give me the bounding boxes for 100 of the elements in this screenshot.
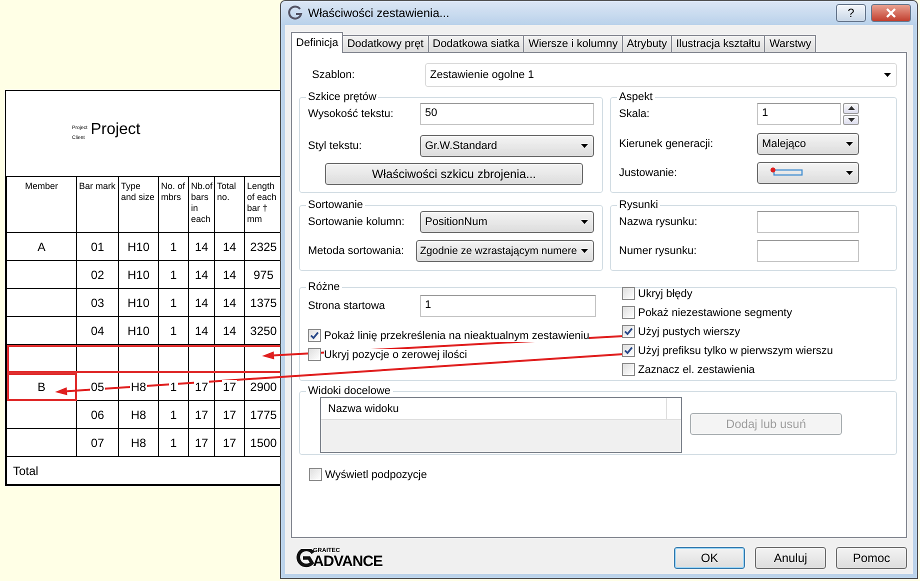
checkbox[interactable] — [622, 306, 635, 319]
checkbox-label: Wyświetl podpozycje — [325, 468, 427, 480]
table-cell: 14 — [194, 296, 210, 310]
group-title: Szkice prętów — [307, 91, 378, 103]
table-cell: 06 — [90, 408, 106, 422]
checkbox[interactable] — [309, 468, 322, 481]
table-cell: 17 — [194, 408, 210, 422]
logo-text: ADVANCE — [313, 554, 383, 568]
table-cell: 14 — [222, 240, 238, 254]
spin-up-button[interactable] — [843, 103, 859, 114]
table-cell: 17 — [194, 380, 210, 394]
checkbox-label: Użyj pustych wierszy — [638, 326, 740, 338]
down-arrow-icon — [848, 118, 854, 122]
table-cell: 17 — [222, 436, 238, 450]
table-cell: 1 — [169, 240, 178, 254]
table-cell: 1 — [169, 380, 178, 394]
field-label: Kierunek generacji: — [619, 138, 714, 150]
table-cell: 14 — [194, 240, 210, 254]
table-cell: 03 — [90, 296, 106, 310]
table-cell: H8 — [130, 408, 148, 422]
group-title: Różne — [307, 281, 341, 293]
tab[interactable]: Dodatkowy pręt — [342, 35, 429, 53]
text-style-dropdown[interactable]: Gr.W.Standard — [420, 135, 594, 157]
up-arrow-icon — [848, 106, 854, 110]
field-label: Strona startowa — [308, 300, 386, 312]
group-title: Widoki docelowe — [307, 385, 392, 397]
table-cell: 04 — [90, 324, 106, 338]
field-label: Numer rysunku: — [619, 245, 698, 257]
table-cell: 1 — [169, 436, 178, 450]
drawing-number-field[interactable] — [757, 240, 859, 262]
field-label: Nazwa rysunku: — [619, 216, 698, 228]
table-cell: H8 — [130, 436, 148, 450]
field-label: Justowanie: — [619, 167, 678, 179]
column-header: Nazwa widoku — [321, 398, 667, 419]
checkbox[interactable] — [622, 363, 635, 376]
drawing-name-field[interactable] — [757, 211, 859, 233]
table-cell: 14 — [194, 324, 210, 338]
group-title: Rysunki — [618, 199, 660, 211]
table-cell: 1775 — [249, 408, 278, 422]
dialog-button[interactable]: OK — [674, 547, 745, 569]
tab[interactable]: Ilustracja kształtu — [671, 35, 766, 53]
tab[interactable]: Dodatkowa siatka — [428, 35, 524, 53]
column-header: Type and size — [118, 176, 158, 232]
checkbox-label: Ukryj pozycje o zerowej ilości — [324, 348, 468, 360]
app-icon — [287, 5, 303, 21]
checkbox-label: Pokaż niezestawione segmenty — [638, 306, 792, 318]
field-label: Wysokość tekstu: — [308, 108, 394, 120]
table-cell: 05 — [90, 380, 106, 394]
table-cell: 07 — [90, 436, 106, 450]
checkbox[interactable] — [308, 348, 321, 361]
project-title: Project — [90, 120, 140, 138]
tab[interactable]: Atrybuty — [622, 35, 672, 53]
column-header: Total no. — [214, 176, 244, 232]
sort-method-dropdown[interactable]: Zgodnie ze wzrastającym numere — [416, 240, 594, 262]
checkbox[interactable] — [622, 344, 635, 357]
checkbox-label: Zaznacz el. zestawienia — [638, 364, 755, 376]
close-icon — [885, 8, 897, 18]
tab[interactable]: Warstwy — [764, 35, 816, 53]
direction-dropdown[interactable]: Malejąco — [757, 133, 859, 155]
justification-dropdown[interactable] — [757, 162, 859, 184]
table-cell: 01 — [90, 240, 106, 254]
window-title: Właściwości zestawienia... — [308, 6, 450, 20]
dialog-button[interactable]: Anuluj — [755, 547, 826, 569]
table-cell: 1 — [169, 296, 178, 310]
start-page-field[interactable]: 1 — [420, 295, 596, 317]
field-label: Sortowanie kolumn: — [308, 216, 406, 228]
table-cell: B — [36, 380, 46, 394]
dialog-button[interactable]: Pomoc — [836, 547, 907, 569]
template-dropdown[interactable]: Zestawienie ogolne 1 — [425, 63, 897, 87]
checkbox[interactable] — [622, 325, 635, 338]
table-cell: 17 — [222, 380, 238, 394]
tab[interactable]: Wiersze i kolumny — [523, 35, 623, 53]
table-cell: H10 — [126, 324, 150, 338]
checkbox[interactable] — [308, 329, 321, 342]
table-cell: H10 — [126, 240, 150, 254]
table-cell: 17 — [222, 408, 238, 422]
table-cell: A — [36, 240, 46, 254]
scale-field[interactable]: 1 — [757, 103, 841, 125]
checkbox-label: Użyj prefiksu tylko w pierwszym wierszu — [638, 344, 833, 356]
table-cell: 17 — [194, 436, 210, 450]
tab[interactable]: Definicja — [291, 32, 344, 53]
close-button[interactable] — [871, 4, 911, 22]
checkbox[interactable] — [622, 287, 635, 300]
sketch-properties-button[interactable]: Właściwości szkicu zbrojenia... — [325, 163, 583, 185]
table-cell: 14 — [222, 268, 238, 282]
table-cell: 14 — [222, 296, 238, 310]
table-cell: H10 — [126, 268, 150, 282]
table-cell: 1 — [169, 408, 178, 422]
table-cell: 02 — [90, 268, 106, 282]
field-label: Skala: — [619, 108, 651, 120]
field-label: Metoda sortowania: — [308, 245, 405, 257]
spin-down-button[interactable] — [843, 114, 859, 125]
views-list[interactable]: Nazwa widoku — [320, 397, 682, 453]
help-button[interactable]: ? — [836, 4, 866, 22]
column-sort-dropdown[interactable]: PositionNum — [420, 211, 594, 233]
field-label: Szablon: — [312, 69, 356, 81]
column-header: Bar mark — [76, 176, 118, 232]
table-cell: 2900 — [249, 380, 278, 394]
text-height-field[interactable]: 50 — [420, 103, 594, 125]
table-cell: 1500 — [249, 436, 278, 450]
